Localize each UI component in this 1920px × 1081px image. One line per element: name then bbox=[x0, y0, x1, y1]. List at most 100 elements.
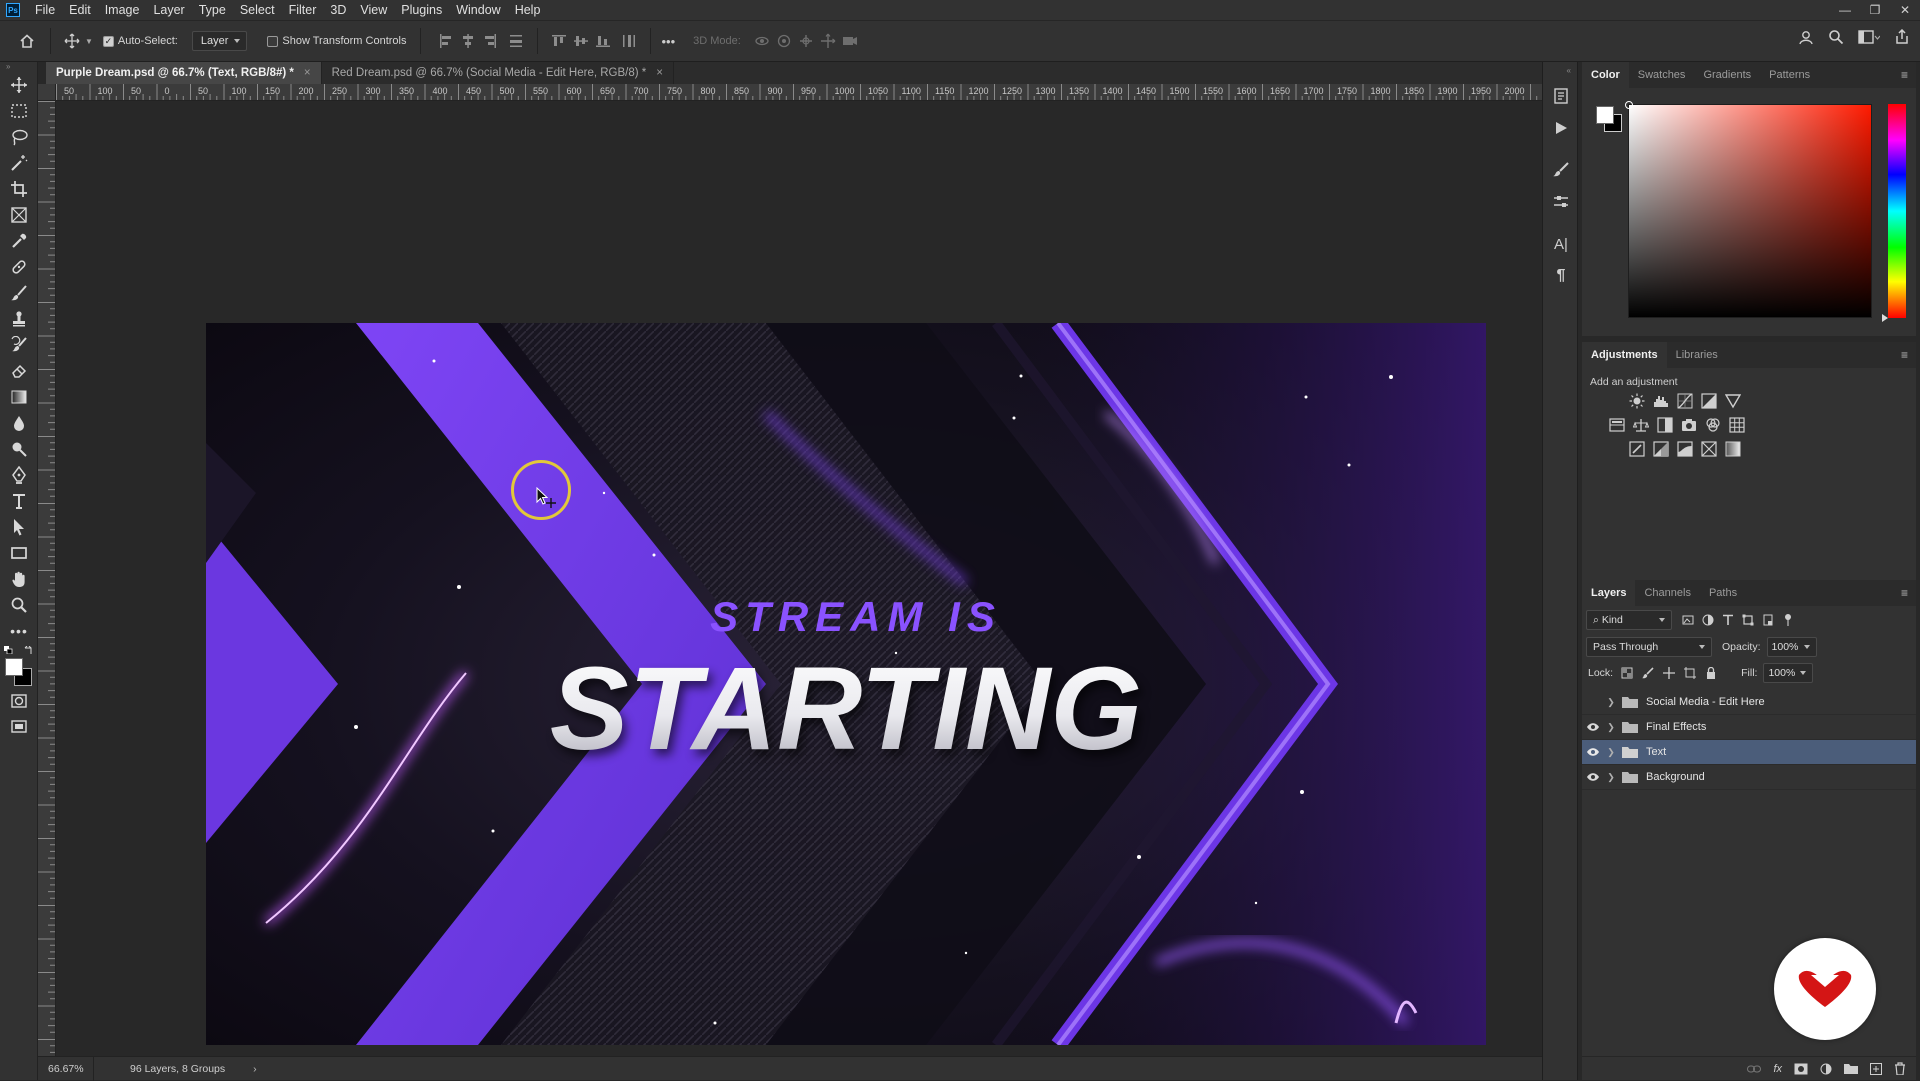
align-bottom-icon[interactable] bbox=[592, 30, 614, 52]
workspace-icon[interactable] bbox=[1858, 29, 1880, 45]
panel-menu-icon[interactable]: ≡ bbox=[1901, 348, 1908, 362]
new-layer-icon[interactable] bbox=[1870, 1062, 1882, 1075]
search-icon[interactable] bbox=[1828, 29, 1844, 45]
dodge-tool-icon[interactable] bbox=[0, 436, 38, 462]
selective-color-icon[interactable] bbox=[1700, 440, 1718, 458]
gradient-map-icon[interactable] bbox=[1724, 440, 1742, 458]
auto-select-target-select[interactable]: Layer bbox=[191, 31, 248, 51]
quick-mask-icon[interactable] bbox=[0, 688, 38, 714]
3d-camera-icon[interactable] bbox=[839, 30, 861, 52]
menu-3d[interactable]: 3D bbox=[323, 3, 353, 17]
share-export-icon[interactable] bbox=[1894, 29, 1910, 45]
new-adjustment-layer-icon[interactable] bbox=[1820, 1063, 1832, 1075]
fill-input[interactable]: 100% bbox=[1763, 663, 1814, 683]
new-group-icon[interactable] bbox=[1844, 1063, 1858, 1074]
home-icon[interactable] bbox=[16, 30, 38, 52]
tab-layers[interactable]: Layers bbox=[1582, 580, 1636, 606]
menu-select[interactable]: Select bbox=[233, 3, 282, 17]
3d-roll-icon[interactable] bbox=[773, 30, 795, 52]
collapse-dock-icon[interactable]: « bbox=[1543, 62, 1577, 80]
3d-slide-icon[interactable] bbox=[817, 30, 839, 52]
expand-group-icon[interactable]: ❯ bbox=[1604, 722, 1618, 733]
foreground-color-chip[interactable] bbox=[1596, 106, 1614, 124]
layer-style-fx-icon[interactable]: fx bbox=[1773, 1063, 1782, 1075]
menu-type[interactable]: Type bbox=[192, 3, 233, 17]
hue-slider-marker-icon[interactable] bbox=[1882, 314, 1892, 322]
expand-group-icon[interactable]: ❯ bbox=[1604, 747, 1618, 758]
distribute-vertical-icon[interactable] bbox=[618, 30, 640, 52]
ruler-origin[interactable] bbox=[38, 84, 56, 101]
tab-color[interactable]: Color bbox=[1582, 62, 1629, 88]
hue-saturation-icon[interactable] bbox=[1608, 416, 1626, 434]
layer-filter-kind-select[interactable]: ⌕ Kind bbox=[1586, 610, 1672, 630]
opacity-input[interactable]: 100% bbox=[1766, 637, 1817, 657]
layer-row-social-media[interactable]: ❯ Social Media - Edit Here bbox=[1582, 690, 1916, 715]
zoom-level[interactable]: 66.67% bbox=[38, 1056, 94, 1081]
align-center-icon[interactable] bbox=[457, 30, 479, 52]
move-tool-preset-icon[interactable] bbox=[61, 30, 83, 52]
panel-menu-icon[interactable]: ≡ bbox=[1901, 586, 1908, 600]
curves-icon[interactable] bbox=[1676, 392, 1694, 410]
edit-toolbar-icon[interactable]: ••• bbox=[0, 618, 38, 644]
filter-toggle-icon[interactable] bbox=[1782, 614, 1794, 626]
document-canvas[interactable]: STREAM IS STARTING STARTING bbox=[206, 323, 1486, 1045]
visibility-eye-icon[interactable] bbox=[1582, 747, 1604, 757]
expand-group-icon[interactable]: ❯ bbox=[1604, 697, 1618, 708]
properties-panel-icon[interactable] bbox=[1543, 186, 1579, 218]
add-mask-icon[interactable] bbox=[1794, 1063, 1808, 1075]
path-selection-tool-icon[interactable] bbox=[0, 514, 38, 540]
character-panel-icon[interactable]: A| bbox=[1543, 228, 1579, 260]
close-tab-icon[interactable]: × bbox=[304, 67, 311, 79]
menu-edit[interactable]: Edit bbox=[62, 3, 98, 17]
tab-libraries[interactable]: Libraries bbox=[1667, 342, 1727, 368]
hue-slider[interactable] bbox=[1888, 104, 1906, 318]
delete-layer-icon[interactable] bbox=[1894, 1062, 1906, 1075]
color-balance-icon[interactable] bbox=[1632, 416, 1650, 434]
visibility-toggle-off[interactable] bbox=[1582, 697, 1604, 707]
marquee-tool-icon[interactable] bbox=[0, 98, 38, 124]
hand-tool-icon[interactable] bbox=[0, 566, 38, 592]
align-left-icon[interactable] bbox=[435, 30, 457, 52]
actions-play-icon[interactable] bbox=[1543, 112, 1579, 144]
visibility-eye-icon[interactable] bbox=[1582, 722, 1604, 732]
exposure-icon[interactable] bbox=[1700, 392, 1718, 410]
tab-red-dream[interactable]: Red Dream.psd @ 66.7% (Social Media - Ed… bbox=[321, 62, 674, 84]
gradient-tool-icon[interactable] bbox=[0, 384, 38, 410]
status-info-arrow-icon[interactable]: › bbox=[253, 1063, 257, 1075]
3d-pan-icon[interactable] bbox=[795, 30, 817, 52]
clone-stamp-tool-icon[interactable] bbox=[0, 306, 38, 332]
history-brush-tool-icon[interactable] bbox=[0, 332, 38, 358]
screen-mode-icon[interactable] bbox=[0, 714, 38, 740]
menu-plugins[interactable]: Plugins bbox=[394, 3, 449, 17]
menu-window[interactable]: Window bbox=[449, 3, 507, 17]
link-layers-icon[interactable] bbox=[1747, 1064, 1762, 1074]
align-right-icon[interactable] bbox=[479, 30, 501, 52]
foreground-color-swatch[interactable] bbox=[5, 658, 23, 676]
crop-tool-icon[interactable] bbox=[0, 176, 38, 202]
layer-row-text[interactable]: ❯ Text bbox=[1582, 740, 1916, 765]
zoom-tool-icon[interactable] bbox=[0, 592, 38, 618]
brightness-contrast-icon[interactable] bbox=[1628, 392, 1646, 410]
close-tab-icon[interactable]: × bbox=[656, 67, 663, 79]
filter-shape-icon[interactable] bbox=[1742, 614, 1754, 626]
photo-filter-icon[interactable] bbox=[1680, 416, 1698, 434]
threshold-icon[interactable] bbox=[1676, 440, 1694, 458]
history-panel-icon[interactable] bbox=[1543, 80, 1579, 112]
paragraph-panel-icon[interactable]: ¶ bbox=[1543, 260, 1579, 292]
tab-purple-dream[interactable]: Purple Dream.psd @ 66.7% (Text, RGB/8#) … bbox=[46, 62, 322, 84]
posterize-icon[interactable] bbox=[1652, 440, 1670, 458]
lock-position-icon[interactable] bbox=[1663, 667, 1676, 679]
layer-row-final-effects[interactable]: ❯ Final Effects bbox=[1582, 715, 1916, 740]
tab-patterns[interactable]: Patterns bbox=[1760, 62, 1819, 88]
filter-type-icon[interactable] bbox=[1722, 614, 1734, 626]
move-tool-icon[interactable] bbox=[0, 72, 38, 98]
minimize-icon[interactable]: — bbox=[1830, 0, 1860, 20]
color-picker-handle[interactable] bbox=[1625, 101, 1633, 109]
blend-mode-select[interactable]: Pass Through bbox=[1586, 637, 1712, 657]
lock-all-icon[interactable] bbox=[1705, 667, 1717, 679]
filter-pixel-icon[interactable] bbox=[1682, 614, 1694, 626]
default-colors-icon[interactable] bbox=[4, 646, 14, 654]
visibility-eye-icon[interactable] bbox=[1582, 772, 1604, 782]
align-middle-icon[interactable] bbox=[570, 30, 592, 52]
lock-artboard-icon[interactable] bbox=[1684, 667, 1697, 679]
